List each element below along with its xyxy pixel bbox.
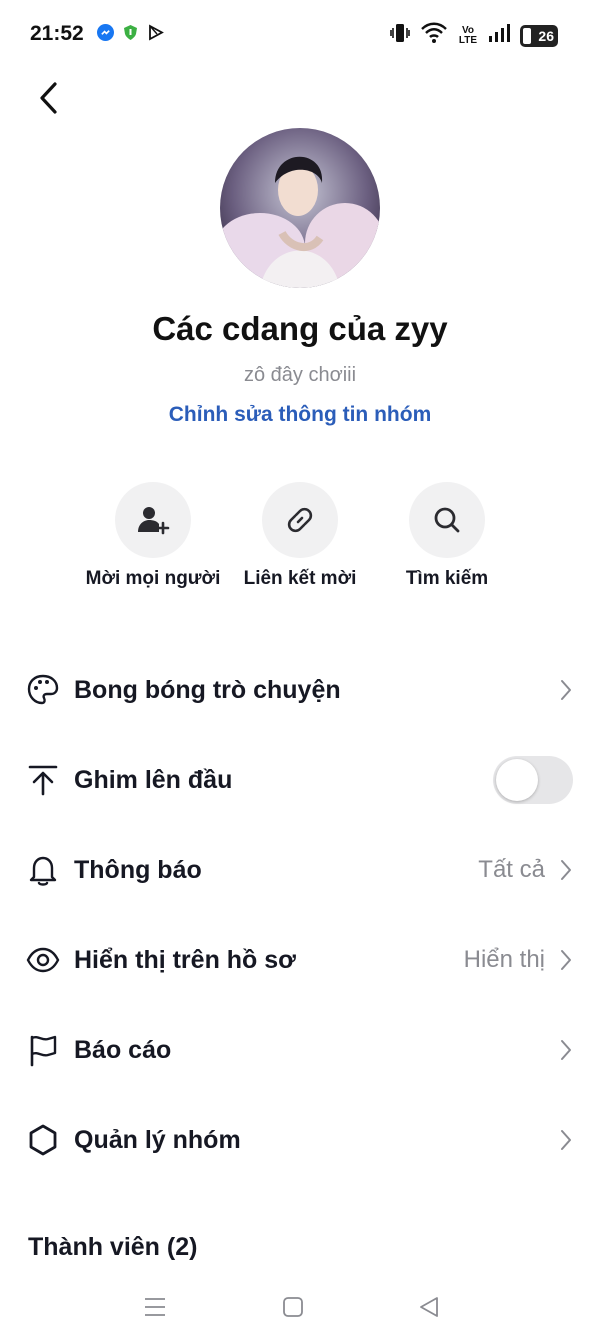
action-label: Tìm kiếm <box>405 568 489 589</box>
battery-level: 26 <box>538 27 554 44</box>
palette-icon <box>26 673 60 707</box>
settings-row-chat-bubble[interactable]: Bong bóng trò chuyện <box>0 655 600 725</box>
settings-label: Thông báo <box>74 855 202 884</box>
settings-value: Tất cả <box>478 856 545 883</box>
settings-row-report[interactable]: Báo cáo <box>0 1015 600 1085</box>
system-nav-bar <box>0 1275 600 1337</box>
flag-icon <box>26 1033 60 1067</box>
status-time: 21:52 <box>30 22 84 45</box>
chevron-right-icon <box>558 947 574 973</box>
vibrate-icon <box>390 22 410 49</box>
chevron-right-icon <box>558 857 574 883</box>
chevron-right-icon <box>558 1127 574 1153</box>
chevron-left-icon <box>40 82 57 114</box>
search-button[interactable]: Tìm kiếm <box>367 482 527 590</box>
members-section-title: Thành viên (2) <box>28 1233 198 1261</box>
home-square-icon <box>283 1297 303 1317</box>
invite-people-circle[interactable] <box>115 482 191 558</box>
triangle-back-icon <box>420 1297 438 1317</box>
signal-icon <box>488 23 510 48</box>
group-avatar[interactable] <box>220 128 380 288</box>
settings-label: Ghim lên đầu <box>74 765 233 794</box>
settings-label: Báo cáo <box>74 1035 172 1064</box>
status-bar: 21:52 Vo LTE 26 <box>0 0 600 70</box>
menu-icon <box>145 1298 165 1316</box>
system-back-button[interactable] <box>409 1287 449 1327</box>
back-button[interactable] <box>28 78 68 118</box>
action-label: Mời mọi người <box>85 568 221 589</box>
volte-icon: Vo LTE <box>458 24 478 46</box>
status-system-icons: Vo LTE 26 <box>390 22 558 49</box>
pin-top-toggle[interactable] <box>493 756 573 804</box>
shield-icon <box>122 24 139 41</box>
invite-link-circle[interactable] <box>262 482 338 558</box>
status-app-icons <box>97 24 164 41</box>
search-icon <box>434 507 460 533</box>
play-store-icon <box>147 24 164 41</box>
settings-row-pin-top: Ghim lên đầu <box>0 745 600 815</box>
gear-icon <box>26 1123 60 1157</box>
settings-label: Quản lý nhóm <box>74 1125 241 1154</box>
toggle-knob <box>496 759 538 801</box>
settings-row-manage-group[interactable]: Quản lý nhóm <box>0 1105 600 1175</box>
group-name: Các cdang của zyy <box>152 310 448 347</box>
add-person-icon <box>138 507 170 535</box>
eye-icon <box>26 943 60 977</box>
bell-icon <box>26 853 60 887</box>
edit-group-info-link[interactable]: Chỉnh sửa thông tin nhóm <box>0 403 600 427</box>
settings-row-notifications[interactable]: Thông báo Tất cả <box>0 835 600 905</box>
search-circle[interactable] <box>409 482 485 558</box>
link-icon <box>287 507 313 533</box>
settings-label: Bong bóng trò chuyện <box>74 675 341 704</box>
action-label: Liên kết mời <box>243 568 357 589</box>
battery-icon: 26 <box>520 24 558 47</box>
group-description: zô đây chơiii <box>243 364 357 386</box>
wifi-icon <box>420 22 448 49</box>
invite-people-button[interactable]: Mời mọi người <box>73 482 233 590</box>
settings-label: Hiển thị trên hồ sơ <box>74 945 296 974</box>
settings-value: Hiển thị <box>463 946 545 973</box>
chevron-right-icon <box>558 1037 574 1063</box>
recent-apps-button[interactable] <box>135 1287 175 1327</box>
pin-top-icon <box>26 763 60 797</box>
messenger-icon <box>97 24 114 41</box>
home-button[interactable] <box>273 1287 313 1327</box>
invite-link-button[interactable]: Liên kết mời <box>220 482 380 590</box>
chevron-right-icon <box>558 677 574 703</box>
settings-row-profile-visibility[interactable]: Hiển thị trên hồ sơ Hiển thị <box>0 925 600 995</box>
